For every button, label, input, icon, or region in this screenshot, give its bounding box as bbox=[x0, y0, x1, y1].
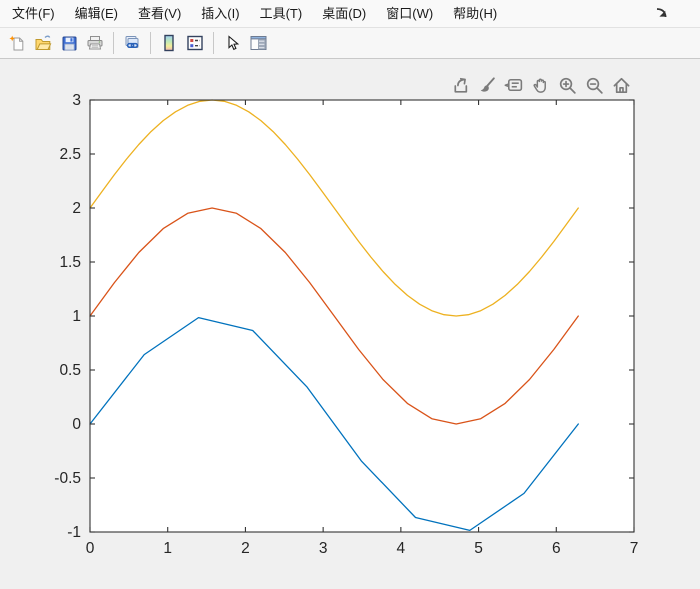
x-tick-label: 6 bbox=[552, 540, 561, 557]
x-tick-label: 7 bbox=[630, 540, 639, 557]
menu-bar: 文件(F) 编辑(E) 查看(V) 插入(I) 工具(T) 桌面(D) 窗口(W… bbox=[0, 0, 700, 28]
menu-view[interactable]: 查看(V) bbox=[128, 0, 191, 27]
x-tick-label: 5 bbox=[474, 540, 483, 557]
x-tick-label: 1 bbox=[163, 540, 172, 557]
y-tick-label: 1.5 bbox=[59, 254, 81, 271]
y-tick-label: 3 bbox=[72, 92, 81, 109]
x-tick-label: 2 bbox=[241, 540, 250, 557]
restore-view-icon[interactable] bbox=[609, 74, 633, 96]
figure-canvas: 0 1 2 3 4 5 6 7 -1 -0.5 0 0.5 1 1.5 2 2.5 3 bbox=[0, 59, 700, 589]
y-tick-label: 0 bbox=[72, 416, 81, 433]
toolbar-separator bbox=[150, 32, 151, 54]
insert-colorbar-icon[interactable] bbox=[157, 31, 181, 55]
toolbar-separator bbox=[213, 32, 214, 54]
menu-edit[interactable]: 编辑(E) bbox=[65, 0, 128, 27]
toolbar-separator bbox=[113, 32, 114, 54]
save-figure-icon[interactable] bbox=[57, 31, 81, 55]
print-figure-icon[interactable] bbox=[83, 31, 107, 55]
y-tick-label: 2.5 bbox=[59, 146, 81, 163]
zoom-in-icon[interactable] bbox=[555, 74, 579, 96]
export-icon[interactable] bbox=[447, 74, 471, 96]
y-tick-label: -1 bbox=[67, 524, 81, 541]
link-plot-icon[interactable] bbox=[120, 31, 144, 55]
figure-toolbar bbox=[0, 28, 700, 59]
x-tick-label: 3 bbox=[319, 540, 328, 557]
menu-window[interactable]: 窗口(W) bbox=[376, 0, 443, 27]
property-inspector-icon[interactable] bbox=[246, 31, 270, 55]
menu-insert[interactable]: 插入(I) bbox=[191, 0, 249, 27]
y-tick-label: 1 bbox=[72, 308, 81, 325]
menu-tools[interactable]: 工具(T) bbox=[250, 0, 313, 27]
y-tick-label: 0.5 bbox=[59, 362, 81, 379]
new-figure-icon[interactable] bbox=[5, 31, 29, 55]
x-tick-label: 0 bbox=[86, 540, 95, 557]
menu-help[interactable]: 帮助(H) bbox=[443, 0, 507, 27]
open-file-icon[interactable] bbox=[31, 31, 55, 55]
brush-icon[interactable] bbox=[474, 74, 498, 96]
zoom-out-icon[interactable] bbox=[582, 74, 606, 96]
y-tick-label: -0.5 bbox=[54, 470, 81, 487]
axes-plot[interactable]: 0 1 2 3 4 5 6 7 -1 -0.5 0 0.5 1 1.5 2 2.5 3 bbox=[0, 59, 700, 589]
plot-area bbox=[90, 100, 634, 532]
pan-icon[interactable] bbox=[528, 74, 552, 96]
edit-plot-icon[interactable] bbox=[220, 31, 244, 55]
insert-legend-icon[interactable] bbox=[183, 31, 207, 55]
matlab-figure-window: 文件(F) 编辑(E) 查看(V) 插入(I) 工具(T) 桌面(D) 窗口(W… bbox=[0, 0, 700, 589]
y-tick-label: 2 bbox=[72, 200, 81, 217]
menu-desktop[interactable]: 桌面(D) bbox=[312, 0, 376, 27]
datatips-icon[interactable] bbox=[501, 74, 525, 96]
dock-arrow-icon[interactable] bbox=[655, 6, 670, 21]
menu-file[interactable]: 文件(F) bbox=[2, 0, 65, 27]
axes-toolbar bbox=[446, 73, 634, 97]
x-tick-label: 4 bbox=[397, 540, 406, 557]
